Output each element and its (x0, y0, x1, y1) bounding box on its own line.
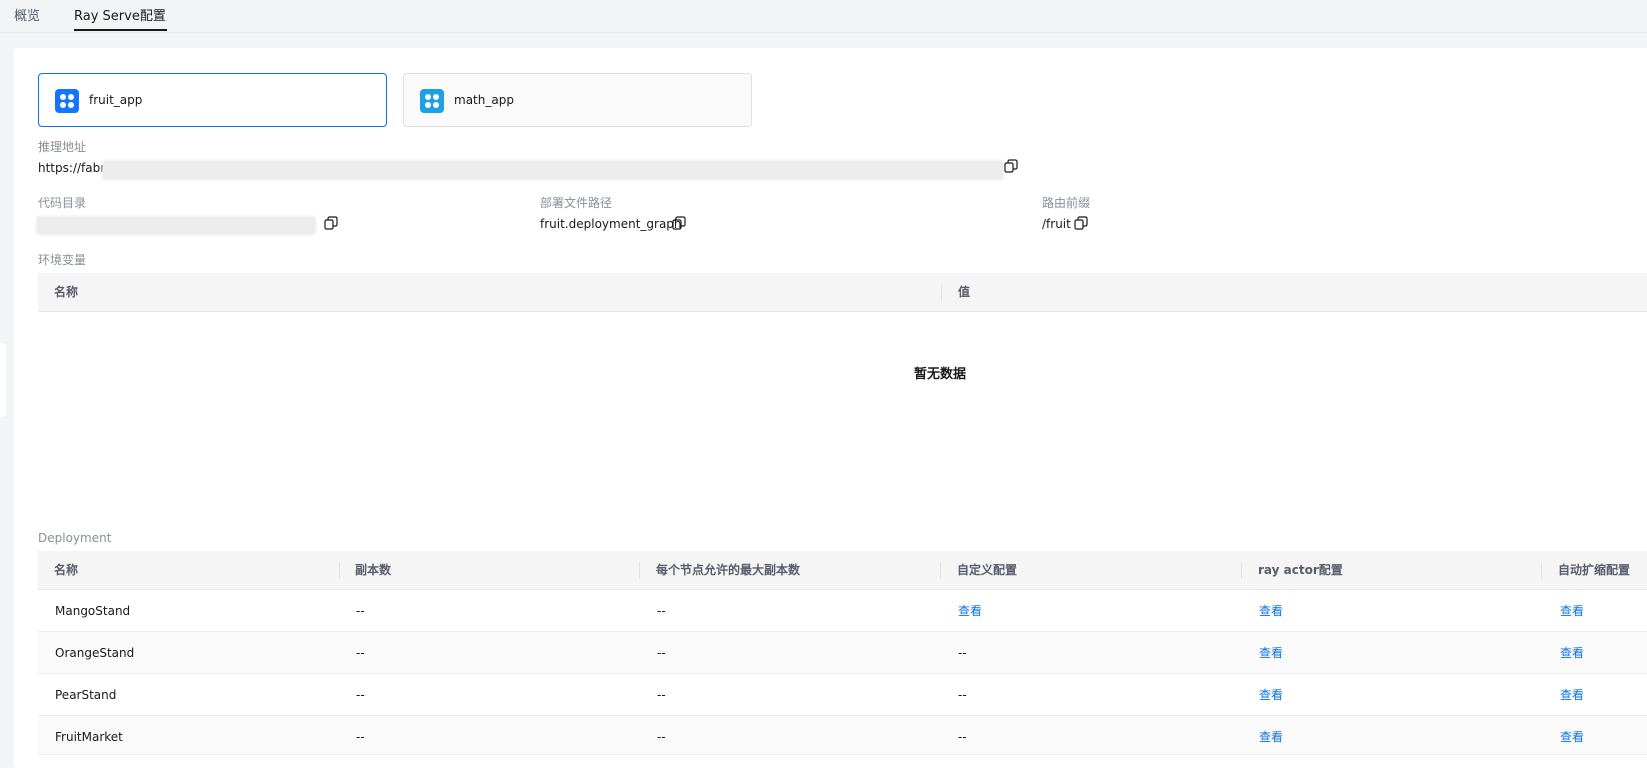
custom-config-cell: -- (958, 646, 967, 660)
redacted-text (36, 216, 316, 235)
table-row: MangoStand -- -- 查看 查看 查看 (38, 590, 1647, 632)
custom-config-cell: -- (958, 730, 967, 744)
max-per-node-cell: -- (657, 604, 666, 618)
view-actor-config-link[interactable]: 查看 (1259, 674, 1283, 716)
route-prefix-label: 路由前缀 (1042, 196, 1091, 210)
view-actor-config-link[interactable]: 查看 (1259, 716, 1283, 758)
deployment-table-header: 名称 副本数 每个节点允许的最大副本数 自定义配置 ray actor配置 自动… (38, 551, 1647, 590)
view-custom-config-link[interactable]: 查看 (958, 590, 982, 632)
replicas-cell: -- (356, 688, 365, 702)
column-divider (941, 285, 942, 301)
column-header: 值 (958, 285, 971, 299)
env-table-header: 名称 值 (38, 273, 1647, 312)
view-autoscale-config-link[interactable]: 查看 (1560, 590, 1584, 632)
custom-config-cell: -- (958, 688, 967, 702)
column-header: 名称 (54, 563, 79, 577)
column-header: 副本数 (355, 563, 392, 577)
copy-icon[interactable] (324, 216, 338, 230)
view-autoscale-config-link[interactable]: 查看 (1560, 632, 1584, 674)
redacted-text (102, 160, 1004, 180)
deployment-name: PearStand (55, 688, 117, 702)
column-header: 每个节点允许的最大副本数 (656, 563, 801, 577)
column-divider (940, 563, 941, 579)
copy-icon[interactable] (672, 216, 686, 230)
max-per-node-cell: -- (657, 730, 666, 744)
sidebar-collapse-handle[interactable] (0, 343, 6, 417)
table-row: PearStand -- -- -- 查看 查看 (38, 674, 1647, 716)
table-row: OrangeStand -- -- -- 查看 查看 (38, 632, 1647, 674)
deployment-name: OrangeStand (55, 646, 135, 660)
app-grid-icon (420, 89, 444, 113)
active-tab-indicator (74, 29, 167, 31)
app-name: fruit_app (89, 93, 143, 107)
replicas-cell: -- (356, 646, 365, 660)
tab-overview[interactable]: 概览 (14, 5, 40, 24)
inference-address-label: 推理地址 (38, 140, 87, 154)
route-prefix-value: /fruit (1042, 217, 1071, 231)
view-autoscale-config-link[interactable]: 查看 (1560, 674, 1584, 716)
copy-icon[interactable] (1074, 216, 1088, 230)
tab-ray-serve-config[interactable]: Ray Serve配置 (74, 5, 166, 24)
column-divider (1241, 563, 1242, 579)
app-name: math_app (454, 93, 514, 107)
deploy-path-value: fruit.deployment_graph (540, 217, 682, 231)
code-dir-label: 代码目录 (38, 196, 87, 210)
deployment-name: MangoStand (55, 604, 131, 618)
view-actor-config-link[interactable]: 查看 (1259, 590, 1283, 632)
column-header: 自动扩缩配置 (1558, 563, 1631, 577)
env-vars-label: 环境变量 (38, 253, 87, 267)
deployment-name: FruitMarket (55, 730, 123, 744)
column-header: 名称 (54, 285, 79, 299)
copy-icon[interactable] (1004, 159, 1018, 173)
column-divider (339, 563, 340, 579)
view-actor-config-link[interactable]: 查看 (1259, 632, 1283, 674)
replicas-cell: -- (356, 604, 365, 618)
deploy-path-label: 部署文件路径 (540, 196, 613, 210)
table-row: FruitMarket -- -- -- 查看 查看 (38, 716, 1647, 755)
app-grid-icon (55, 89, 79, 113)
column-divider (639, 563, 640, 579)
view-autoscale-config-link[interactable]: 查看 (1560, 716, 1584, 758)
app-card-fruit-app[interactable]: fruit_app (38, 73, 387, 127)
max-per-node-cell: -- (657, 688, 666, 702)
app-card-math-app[interactable]: math_app (403, 73, 752, 127)
deployment-label: Deployment (38, 531, 112, 545)
empty-state-text: 暂无数据 (914, 367, 967, 382)
column-divider (1541, 563, 1542, 579)
column-header: 自定义配置 (957, 563, 1018, 577)
column-header: ray actor配置 (1258, 563, 1343, 577)
replicas-cell: -- (356, 730, 365, 744)
tab-bar: 概览 Ray Serve配置 (0, 0, 1647, 33)
max-per-node-cell: -- (657, 646, 666, 660)
